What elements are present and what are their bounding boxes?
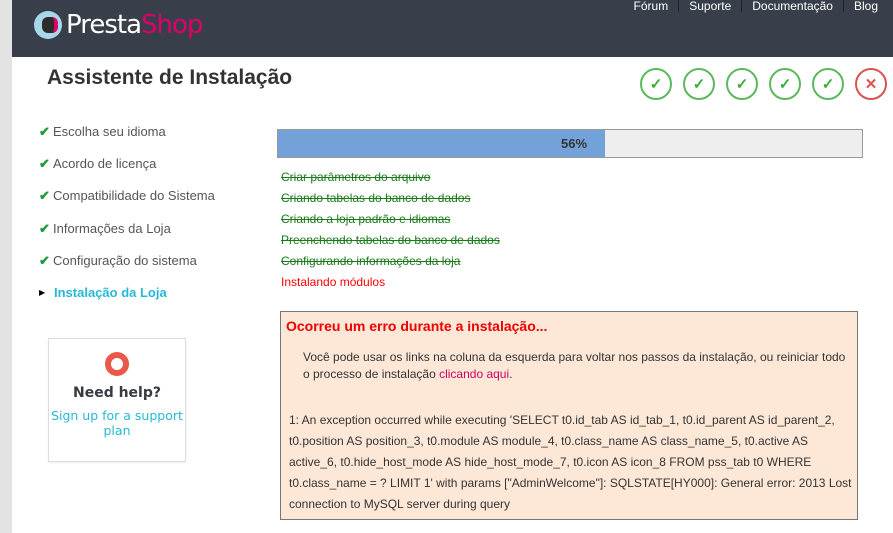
help-question: Need help? <box>72 385 161 401</box>
error-message-text: Você pode usar os links na coluna da esq… <box>303 350 846 381</box>
task-item: Configurando informações da loja <box>281 254 461 268</box>
top-nav: Fórum Suporte Documentação Blog <box>624 0 878 12</box>
sidebar-step-licenca[interactable]: ✔ Acordo de licença <box>39 156 215 188</box>
support-plan-link[interactable]: Sign up for a support plan <box>49 408 185 438</box>
step-label: Configuração do sistema <box>53 252 197 268</box>
left-scroll-strip <box>0 0 12 533</box>
step-error-x-icon: ✕ <box>855 68 887 100</box>
prestashop-logo[interactable]: PrestaShop <box>34 10 203 40</box>
top-header: PrestaShop Fórum Suporte Documentação Bl… <box>12 0 893 57</box>
step-done-check-icon: ✓ <box>812 68 844 100</box>
sidebar-step-idioma[interactable]: ✔ Escolha seu idioma <box>39 124 215 156</box>
sidebar-step-informacoes[interactable]: ✔ Informações da Loja <box>39 221 215 253</box>
puffin-logo-icon <box>34 11 62 39</box>
check-icon: ✔ <box>39 124 50 139</box>
nav-blog[interactable]: Blog <box>842 0 878 12</box>
error-box: Ocorreu um erro durante a instalação... … <box>280 311 858 520</box>
error-detail: 1: An exception occurred while executing… <box>289 413 852 511</box>
check-icon: ✔ <box>39 156 50 172</box>
step-label: Acordo de licença <box>53 156 157 172</box>
check-icon: ✔ <box>39 220 50 236</box>
task-item: Criando a loja padrão e idiomas <box>281 212 451 226</box>
current-arrow-icon: ▶ <box>39 287 46 297</box>
help-box: Need help? Sign up for a support plan <box>48 338 186 462</box>
logo-text-presta: Presta <box>66 10 142 40</box>
step-status-indicators: ✓ ✓ ✓ ✓ ✓ ✕ <box>640 68 887 100</box>
nav-documentacao[interactable]: Documentação <box>741 0 843 12</box>
check-icon: ✔ <box>39 188 50 204</box>
logo-text-shop: Shop <box>141 10 203 40</box>
error-message-end: . <box>509 367 513 381</box>
progress-fill: 56% <box>278 130 606 157</box>
lifebuoy-icon <box>105 352 129 376</box>
task-item: Criar parâmetros do arquivo <box>281 170 431 184</box>
sidebar-step-compatibilidade[interactable]: ✔ Compatibilidade do Sistema <box>39 188 215 220</box>
restart-link[interactable]: clicando aqui <box>439 367 509 381</box>
step-done-check-icon: ✓ <box>769 68 801 100</box>
step-label: Compatibilidade do Sistema <box>53 188 215 204</box>
error-message: Você pode usar os links na coluna da esq… <box>303 349 853 383</box>
nav-suporte[interactable]: Suporte <box>678 0 741 12</box>
step-done-check-icon: ✓ <box>640 68 672 100</box>
task-item-current: Instalando módulos <box>281 275 386 289</box>
task-list: Criar parâmetros do arquivo Criando tabe… <box>281 170 500 296</box>
step-done-check-icon: ✓ <box>726 68 758 100</box>
task-item: Preenchendo tabelas do banco de dados <box>281 233 500 247</box>
progress-label: 56% <box>561 136 588 151</box>
install-progress-bar: 56% <box>277 129 863 158</box>
step-label: Informações da Loja <box>53 220 171 236</box>
sidebar-step-configuracao[interactable]: ✔ Configuração do sistema <box>39 253 215 285</box>
sidebar-steps: ✔ Escolha seu idioma ✔ Acordo de licença ✔… <box>39 124 215 317</box>
task-item: Criando tabelas do banco de dados <box>281 191 471 205</box>
nav-forum[interactable]: Fórum <box>624 0 679 12</box>
sidebar-step-instalacao: ▶ Instalação da Loja <box>39 285 215 317</box>
step-label: Instalação da Loja <box>54 284 167 300</box>
step-label: Escolha seu idioma <box>53 124 166 139</box>
error-title: Ocorreu um erro durante a instalação... <box>286 318 548 334</box>
check-icon: ✔ <box>39 252 50 268</box>
page-title: Assistente de Instalação <box>47 66 293 89</box>
step-done-check-icon: ✓ <box>683 68 715 100</box>
